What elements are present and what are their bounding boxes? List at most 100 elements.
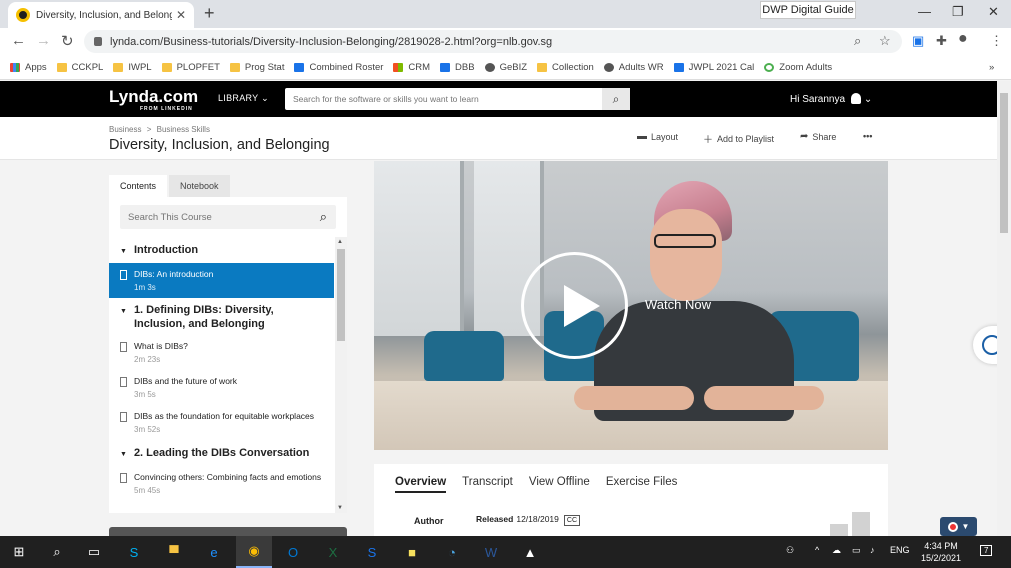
bookmark-dbb[interactable]: DBB (440, 62, 475, 73)
restore-icon[interactable]: ❐ (952, 4, 964, 20)
clock[interactable]: 4:34 PM 15/2/2021 (917, 540, 965, 564)
page-scrollbar[interactable] (997, 81, 1011, 536)
url-text: lynda.com/Business-tutorials/Diversity-I… (110, 35, 553, 48)
omnibox[interactable]: lynda.com/Business-tutorials/Diversity-I… (84, 30, 902, 53)
scroll-up-icon[interactable]: ▲ (337, 239, 343, 245)
puzzle-icon[interactable]: ✚ (936, 33, 947, 49)
sticky-notes-icon[interactable]: ■ (402, 542, 422, 562)
bookmark-star-icon[interactable]: ☆ (879, 33, 891, 49)
video-item[interactable]: Convincing others: Combining facts and e… (109, 466, 334, 501)
search-icon[interactable]: ⌕ (47, 542, 67, 562)
page-scroll-thumb[interactable] (1000, 93, 1008, 233)
forward-icon[interactable]: → (36, 32, 51, 49)
photos-icon[interactable]: ▲ (520, 542, 540, 562)
presenter-arm (704, 386, 824, 410)
zoom-icon[interactable]: ⌕ (854, 33, 861, 49)
excel-icon[interactable]: X (323, 542, 343, 562)
video-item[interactable]: DIBs and the future of work 3m 5s (109, 370, 334, 405)
lynda-logo[interactable]: Lynda.com FROM LINKEDIN (109, 87, 198, 112)
close-tab-icon[interactable]: ✕ (176, 8, 186, 22)
share-button[interactable]: ➦ Share (800, 131, 836, 142)
play-button[interactable] (521, 252, 628, 359)
battery-icon[interactable]: ▭ (852, 545, 861, 556)
bookmark-apps[interactable]: Apps (10, 62, 47, 73)
sharepoint-icon[interactable]: S (362, 542, 382, 562)
language-flag-button[interactable]: ▼ (940, 517, 977, 536)
task-view-icon[interactable]: ▭ (84, 542, 104, 562)
dwp-digital-guide-button[interactable]: DWP Digital Guide (760, 1, 856, 19)
scroll-down-icon[interactable]: ▼ (337, 505, 343, 511)
bookmark-jwpl-cal[interactable]: JWPL 2021 Cal (673, 62, 754, 73)
tab-transcript[interactable]: Transcript (462, 476, 513, 493)
new-tab-icon[interactable]: + (204, 3, 215, 24)
play-icon (564, 285, 600, 327)
chapter-introduction[interactable]: ▼ Introduction (109, 237, 334, 263)
share-icon: ➦ (800, 131, 809, 142)
toc-scrollbar[interactable]: ▲ ▼ (335, 237, 347, 513)
video-player[interactable]: Watch Now (374, 161, 888, 450)
browser-tab[interactable]: Diversity, Inclusion, and Belongin ✕ (8, 2, 194, 28)
add-to-playlist-button[interactable]: ＋ Add to Playlist (703, 131, 774, 147)
windows-start-icon[interactable]: ⊞ (9, 542, 29, 562)
bookmark-zoom-adults[interactable]: Zoom Adults (764, 62, 832, 73)
tab-exercise-files[interactable]: Exercise Files (606, 476, 678, 493)
minimize-icon[interactable]: — (918, 4, 931, 19)
skype-icon[interactable]: S (124, 542, 144, 562)
tab-notebook[interactable]: Notebook (169, 175, 230, 197)
toc-scroll-thumb[interactable] (337, 249, 345, 341)
course-search-input[interactable] (120, 205, 300, 229)
word-icon[interactable]: W (481, 542, 501, 562)
video-item-active[interactable]: DIBs: An introduction 1m 3s (109, 263, 334, 298)
layout-button[interactable]: ▬ Layout (637, 131, 678, 142)
tab-overview[interactable]: Overview (395, 476, 447, 493)
bookmark-icon[interactable] (120, 270, 127, 280)
bookmark-prog-stat[interactable]: Prog Stat (229, 62, 284, 73)
watch-now-label[interactable]: Watch Now (645, 297, 711, 312)
teams-chat-icon[interactable]: ◔ (442, 542, 462, 562)
edge-icon[interactable]: e (204, 542, 224, 562)
bookmark-icon[interactable] (120, 473, 127, 483)
bookmark-icon[interactable] (120, 412, 127, 422)
bookmark-iwpl[interactable]: IWPL (113, 62, 152, 73)
search-icon[interactable]: ⌕ (602, 88, 630, 110)
bookmark-icon[interactable] (120, 377, 127, 387)
folder-icon (113, 62, 124, 72)
bookmark-adults-wr[interactable]: Adults WR (603, 62, 664, 73)
back-icon[interactable]: ← (11, 32, 26, 49)
bookmark-gebiz[interactable]: GeBIZ (484, 62, 527, 73)
close-window-icon[interactable]: ✕ (988, 4, 999, 20)
tab-contents[interactable]: Contents (109, 175, 168, 197)
chrome-menu-icon[interactable]: ⋮ (990, 33, 1003, 49)
bookmark-icon[interactable] (120, 342, 127, 352)
outlook-icon[interactable]: O (283, 542, 303, 562)
chapter-defining-dibs[interactable]: ▼ 1. Defining DIBs: Diversity, Inclusion,… (109, 298, 334, 335)
search-icon[interactable]: ⌕ (320, 209, 327, 225)
video-item[interactable]: DIBs as the foundation for equitable wor… (109, 405, 334, 440)
breadcrumb-business[interactable]: Business (109, 125, 141, 134)
language-indicator[interactable]: ENG (890, 545, 910, 555)
onedrive-icon[interactable]: ☁ (832, 545, 841, 556)
chapter-leading-dibs[interactable]: ▼ 2. Leading the DIBs Conversation (109, 440, 334, 466)
more-options-button[interactable]: ••• (863, 131, 872, 141)
notifications-icon[interactable]: 7 (980, 545, 993, 556)
reload-icon[interactable]: ↻ (61, 32, 74, 50)
library-menu[interactable]: LIBRARY ⌄ (218, 93, 269, 104)
file-explorer-icon[interactable]: ▀ (164, 542, 184, 562)
breadcrumb-business-skills[interactable]: Business Skills (157, 125, 210, 134)
extension-icon[interactable]: ▣ (912, 33, 924, 49)
tray-chevron-icon[interactable]: ^ (815, 545, 819, 555)
bookmark-crm[interactable]: CRM (393, 62, 430, 73)
tab-view-offline[interactable]: View Offline (529, 476, 590, 493)
people-icon[interactable]: ⚇ (786, 545, 794, 556)
user-menu[interactable]: Hi Sarannya ⌄ (790, 93, 872, 105)
bookmark-plopfet[interactable]: PLOPFET (161, 62, 220, 73)
chrome-icon[interactable]: ◉ (236, 536, 272, 568)
video-item[interactable]: What is DIBs? 2m 23s (109, 335, 334, 370)
site-search-input[interactable] (285, 88, 595, 110)
bookmark-combined-roster[interactable]: Combined Roster (294, 62, 383, 73)
bookmarks-more[interactable]: » (989, 62, 994, 73)
bookmark-cckpl[interactable]: CCKPL (56, 62, 103, 73)
volume-icon[interactable]: ♪ (870, 545, 875, 555)
bookmark-collection[interactable]: Collection (537, 62, 594, 73)
profile-icon[interactable]: ● (958, 30, 968, 48)
